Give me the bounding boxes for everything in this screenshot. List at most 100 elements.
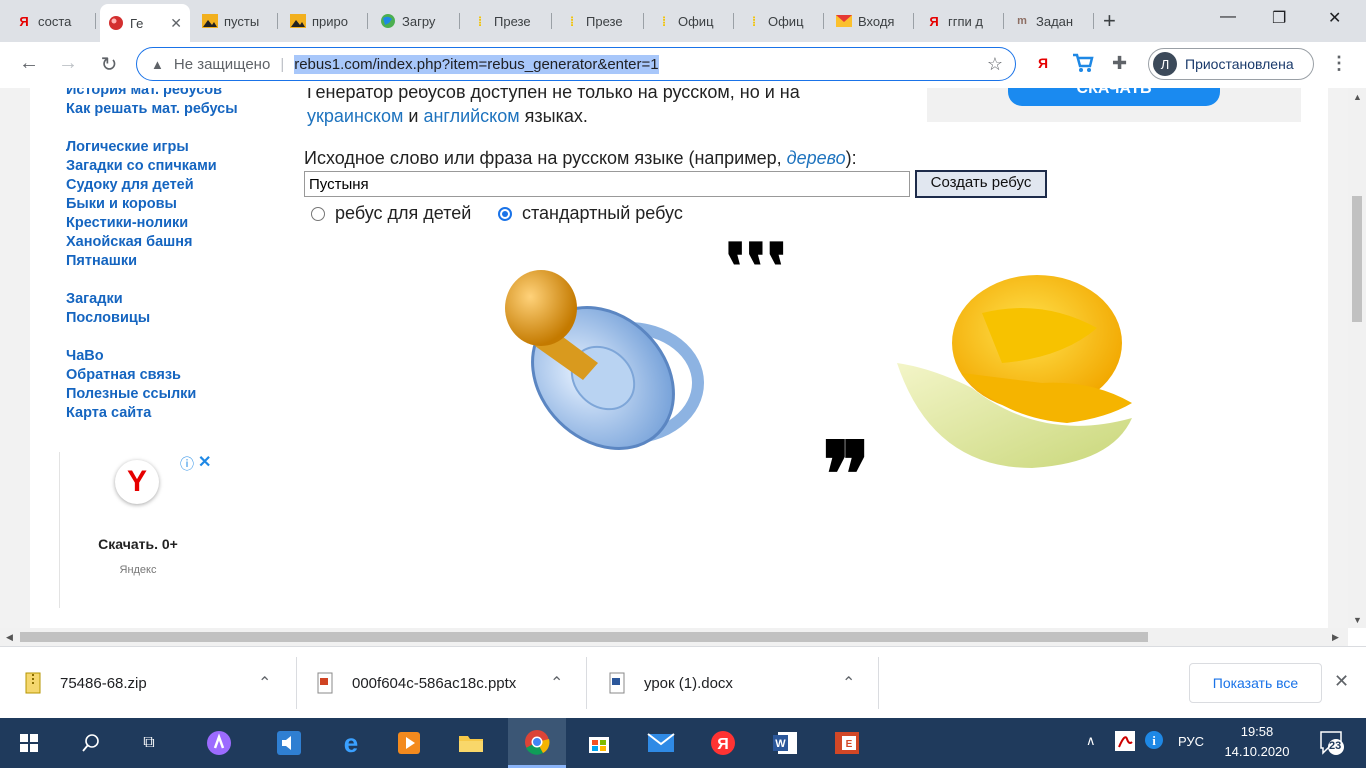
download-item[interactable]: 000f604c-586ac18c.pptx ⌃ [316, 647, 578, 719]
reload-button[interactable]: ↻ [96, 52, 122, 77]
tab[interactable]: Входя [828, 6, 914, 36]
pdf-tray-icon[interactable] [1114, 730, 1136, 755]
mail-app-icon[interactable] [632, 718, 690, 768]
horizontal-scrollbar[interactable]: ◀ ▶ [0, 628, 1348, 646]
audio-app-icon[interactable] [260, 718, 318, 768]
tab[interactable]: m Задан [1006, 6, 1094, 36]
sidebar-link[interactable]: История мат. ребусов [66, 88, 222, 98]
close-downloads-icon[interactable]: ✕ [1334, 671, 1349, 692]
sidebar-link[interactable]: Ханойская башня [66, 234, 192, 250]
horizontal-scroll-thumb[interactable] [20, 632, 1148, 642]
tab[interactable]: пусты [194, 6, 278, 36]
chrome-browser-icon[interactable] [508, 718, 566, 768]
download-item[interactable]: урок (1).docx ⌃ [608, 647, 870, 719]
download-button[interactable]: СКАЧАТЬ [1008, 88, 1220, 106]
scroll-left-icon[interactable]: ◀ [6, 632, 13, 643]
alice-assistant-icon[interactable] [190, 718, 248, 768]
new-tab-button[interactable]: + [1103, 10, 1116, 32]
presentation-app-icon[interactable]: E [818, 718, 876, 768]
sidebar-link[interactable]: Крестики-нолики [66, 215, 188, 231]
chevron-up-icon[interactable]: ∧ [1086, 733, 1096, 749]
close-ad-icon[interactable]: ✕ [198, 452, 211, 472]
sidebar-link[interactable]: Логические игры [66, 139, 189, 155]
info-tray-icon[interactable]: i [1144, 730, 1164, 753]
language-indicator[interactable]: РУС [1178, 734, 1204, 749]
tab[interactable]: Я ггпи д [918, 6, 1004, 36]
back-button[interactable]: ← [16, 52, 42, 75]
file-explorer-icon[interactable] [442, 718, 500, 768]
show-all-downloads-button[interactable]: Показать все [1189, 663, 1322, 703]
info-icon[interactable]: ⓘ [180, 454, 194, 474]
tab[interactable]: приро [282, 6, 368, 36]
close-window-button[interactable]: ✕ [1328, 8, 1341, 28]
extensions-puzzle-icon[interactable]: ✚ [1112, 53, 1127, 74]
scroll-down-icon[interactable]: ▼ [1353, 615, 1362, 625]
tab[interactable]: ⁞ Офиц [648, 6, 734, 36]
create-rebus-button[interactable]: Создать ребус [915, 170, 1047, 198]
example-link[interactable]: дерево [787, 148, 846, 168]
security-label[interactable]: Не защищено [174, 56, 270, 73]
tab[interactable]: Загру [372, 6, 460, 36]
yandex-icon: Я [19, 13, 29, 29]
search-icon[interactable] [62, 718, 120, 768]
tab-title: Загру [402, 13, 436, 29]
forward-button[interactable]: → [55, 52, 81, 75]
clock[interactable]: 19:58 14.10.2020 [1218, 722, 1296, 762]
sidebar-link[interactable]: Загадки [66, 291, 123, 307]
ukrainian-link[interactable]: украинском [307, 106, 403, 126]
sidebar-link[interactable]: Как решать мат. ребусы [66, 101, 238, 117]
svg-text:Я: Я [717, 736, 729, 753]
yandex-ad-card[interactable]: Y ⓘ ✕ Скачать. 0+ Яндекс [59, 452, 216, 608]
download-item[interactable]: 75486-68.zip ⌃ [24, 647, 286, 719]
sidebar-link[interactable]: Пословицы [66, 310, 150, 326]
minimize-button[interactable]: — [1220, 8, 1236, 26]
radio-kids[interactable]: ребус для детей [311, 203, 471, 224]
scroll-up-icon[interactable]: ▲ [1353, 92, 1362, 102]
task-view-icon[interactable]: ⧉ [120, 718, 178, 768]
radio-standard-dot[interactable] [498, 206, 512, 221]
notifications-icon[interactable]: 23 [1318, 728, 1348, 761]
pptx-file-icon [316, 672, 334, 694]
tab-active[interactable]: Ге ✕ [100, 4, 190, 42]
tab[interactable]: ⁞ Презе [556, 6, 644, 36]
word-input[interactable] [304, 171, 910, 197]
bookmark-star-icon[interactable]: ☆ [987, 54, 1003, 75]
radio-kids-dot[interactable] [311, 206, 325, 221]
vertical-scroll-thumb[interactable] [1352, 196, 1362, 322]
tab[interactable]: Я соста [8, 6, 96, 36]
chevron-up-icon[interactable]: ⌃ [550, 673, 563, 693]
maximize-button[interactable]: ❐ [1272, 8, 1286, 28]
yandex-extension-icon[interactable]: Я [1038, 55, 1048, 71]
store-icon[interactable] [570, 718, 628, 768]
sidebar-link[interactable]: Загадки со спичками [66, 158, 217, 174]
chevron-up-icon[interactable]: ⌃ [842, 673, 855, 693]
chevron-up-icon[interactable]: ⌃ [258, 673, 271, 693]
globe-icon [380, 13, 396, 29]
menu-kebab-icon[interactable]: ⋮ [1330, 53, 1348, 74]
close-tab-icon[interactable]: ✕ [170, 15, 182, 32]
sidebar-link[interactable]: Судоку для детей [66, 177, 194, 193]
edge-browser-icon[interactable]: e [322, 718, 380, 768]
vertical-scrollbar[interactable]: ▲ ▼ [1348, 88, 1366, 628]
english-link[interactable]: английском [423, 106, 519, 126]
address-bar[interactable]: ▲ Не защищено | rebus1.com/index.php?ite… [136, 47, 1016, 81]
media-player-icon[interactable] [380, 718, 438, 768]
yandex-taskbar-icon[interactable]: Я [694, 718, 752, 768]
tab[interactable]: ⁞ Презе [464, 6, 552, 36]
sidebar-link[interactable]: ЧаВо [66, 348, 104, 364]
downloads-bar: 75486-68.zip ⌃ 000f604c-586ac18c.pptx ⌃ … [0, 646, 1366, 719]
scroll-right-icon[interactable]: ▶ [1332, 632, 1339, 643]
radio-standard[interactable]: стандартный ребус [498, 203, 683, 224]
word-app-icon[interactable]: W [756, 718, 814, 768]
sidebar-link[interactable]: Полезные ссылки [66, 386, 196, 402]
url-text[interactable]: rebus1.com/index.php?item=rebus_generato… [294, 54, 659, 74]
tab[interactable]: ⁞ Офиц [738, 6, 824, 36]
sidebar-link[interactable]: Пятнашки [66, 253, 137, 269]
sidebar-link[interactable]: Быки и коровы [66, 196, 177, 212]
start-windows-icon[interactable] [0, 718, 58, 768]
profile-button[interactable]: Л Приостановлена [1148, 48, 1314, 80]
cart-extension-icon[interactable] [1072, 53, 1094, 78]
ad-title[interactable]: Скачать. 0+ [60, 536, 216, 552]
sidebar-link[interactable]: Карта сайта [66, 405, 151, 421]
sidebar-link[interactable]: Обратная связь [66, 367, 181, 383]
